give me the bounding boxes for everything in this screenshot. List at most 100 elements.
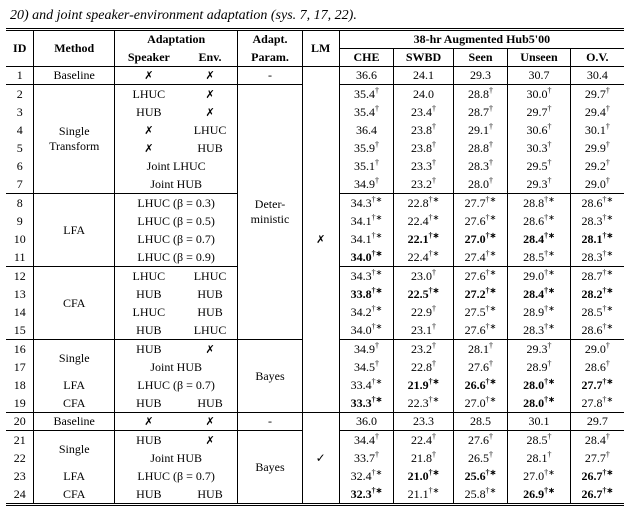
cell-ov: 28.5†∗: [570, 303, 624, 321]
cell-che: 34.1†∗: [339, 212, 393, 230]
cell-swbd: 24.0: [394, 85, 454, 104]
cell-spk: ✗: [114, 67, 182, 85]
cell-seen: 28.0†: [453, 175, 507, 194]
cell-swbd: 22.9†: [394, 303, 454, 321]
cell-ov: 27.8†∗: [570, 394, 624, 413]
cell-ov: 27.7†: [570, 449, 624, 467]
cell-che: 33.3†∗: [339, 394, 393, 413]
cell-param: Deter- ministic: [238, 85, 302, 340]
cell-id: 2: [6, 85, 34, 104]
param-l1: Deter-: [241, 197, 298, 212]
cell-seen: 25.6†∗: [453, 467, 507, 485]
cell-unseen: 28.6†∗: [508, 212, 570, 230]
cell-seen: 28.5: [453, 413, 507, 431]
cell-ov: 28.7†∗: [570, 267, 624, 286]
col-adapt-param-l2: Param.: [238, 49, 302, 67]
cell-swbd: 23.2†: [394, 340, 454, 359]
cell-spk: LHUC: [114, 85, 182, 104]
cell-swbd: 24.1: [394, 67, 454, 85]
cell-id: 11: [6, 248, 34, 267]
cell-unseen: 28.4†∗: [508, 285, 570, 303]
cell-env: LHUC: [183, 267, 238, 286]
cell-unseen: 29.7†: [508, 103, 570, 121]
cell-che: 34.9†: [339, 175, 393, 194]
col-swbd: SWBD: [394, 49, 454, 67]
cell-unseen: 30.3†: [508, 139, 570, 157]
cell-method: Baseline: [34, 413, 115, 431]
cell-che: 36.6: [339, 67, 393, 85]
cell-ov: 26.7†∗: [570, 485, 624, 505]
cell-env: ✗: [183, 431, 238, 450]
cell-spk: HUB: [114, 340, 182, 359]
cell-seen: 28.8†: [453, 139, 507, 157]
cell-seen: 25.8†∗: [453, 485, 507, 505]
cell-id: 14: [6, 303, 34, 321]
cell-method: CFA: [34, 394, 115, 413]
cell-env: ✗: [183, 413, 238, 431]
cell-spk: HUB: [114, 394, 182, 413]
cell-unseen: 29.3†: [508, 175, 570, 194]
cell-unseen: 28.3†∗: [508, 321, 570, 340]
cell-adapt: LHUC (β = 0.7): [114, 230, 237, 248]
cell-unseen: 28.5†: [508, 431, 570, 450]
cell-id: 16: [6, 340, 34, 359]
cell-spk: HUB: [114, 103, 182, 121]
cell-ov: 29.0†: [570, 175, 624, 194]
cell-swbd: 23.8†: [394, 139, 454, 157]
cell-spk: ✗: [114, 413, 182, 431]
cell-env: ✗: [183, 340, 238, 359]
cell-che: 36.0: [339, 413, 393, 431]
cell-id: 21: [6, 431, 34, 450]
cell-id: 19: [6, 394, 34, 413]
cell-adapt: LHUC (β = 0.5): [114, 212, 237, 230]
cell-ov: 26.7†∗: [570, 467, 624, 485]
cell-ov: 29.2†: [570, 157, 624, 175]
cell-ov: 29.0†: [570, 340, 624, 359]
cell-unseen: 28.1†: [508, 449, 570, 467]
cell-spk: HUB: [114, 321, 182, 340]
col-method: Method: [34, 30, 115, 67]
cell-id: 10: [6, 230, 34, 248]
cell-id: 13: [6, 285, 34, 303]
cell-id: 5: [6, 139, 34, 157]
cell-unseen: 29.3†: [508, 340, 570, 359]
cell-che: 34.4†: [339, 431, 393, 450]
cell-che: 32.3†∗: [339, 485, 393, 505]
cell-swbd: 23.2†: [394, 175, 454, 194]
cell-swbd: 22.4†∗: [394, 248, 454, 267]
cell-lm: ✗: [302, 67, 339, 413]
cell-unseen: 30.7: [508, 67, 570, 85]
cell-che: 34.1†∗: [339, 230, 393, 248]
cell-method: Single Transform: [34, 85, 115, 194]
cell-id: 3: [6, 103, 34, 121]
cell-joint: Joint HUB: [114, 449, 237, 467]
cell-seen: 27.2†∗: [453, 285, 507, 303]
cell-id: 12: [6, 267, 34, 286]
col-seen: Seen: [453, 49, 507, 67]
cell-id: 24: [6, 485, 34, 505]
cell-id: 9: [6, 212, 34, 230]
cell-param: Bayes: [238, 431, 302, 505]
cell-unseen: 30.6†: [508, 121, 570, 139]
cell-unseen: 28.5†∗: [508, 248, 570, 267]
method-line1: Single: [37, 124, 111, 139]
cell-ov: 28.6†∗: [570, 321, 624, 340]
col-che: CHE: [339, 49, 393, 67]
cell-unseen: 28.8†∗: [508, 194, 570, 213]
table-row: 1 Baseline ✗ ✗ - ✗ 36.6 24.1 29.3 30.7 3…: [6, 67, 624, 85]
cell-id: 22: [6, 449, 34, 467]
cell-ov: 28.2†∗: [570, 285, 624, 303]
cell-env: LHUC: [183, 121, 238, 139]
cell-ov: 28.6†∗: [570, 194, 624, 213]
col-lm: LM: [302, 30, 339, 67]
cell-ov: 28.1†∗: [570, 230, 624, 248]
cell-method: LFA: [34, 194, 115, 267]
col-metric-group: 38-hr Augmented Hub5'00: [339, 30, 624, 49]
cell-unseen: 28.4†∗: [508, 230, 570, 248]
col-unseen: Unseen: [508, 49, 570, 67]
cell-seen: 27.6†: [453, 431, 507, 450]
cell-spk: HUB: [114, 485, 182, 505]
cell-method: Single: [34, 431, 115, 468]
cell-swbd: 23.3: [394, 413, 454, 431]
cell-che: 36.4: [339, 121, 393, 139]
